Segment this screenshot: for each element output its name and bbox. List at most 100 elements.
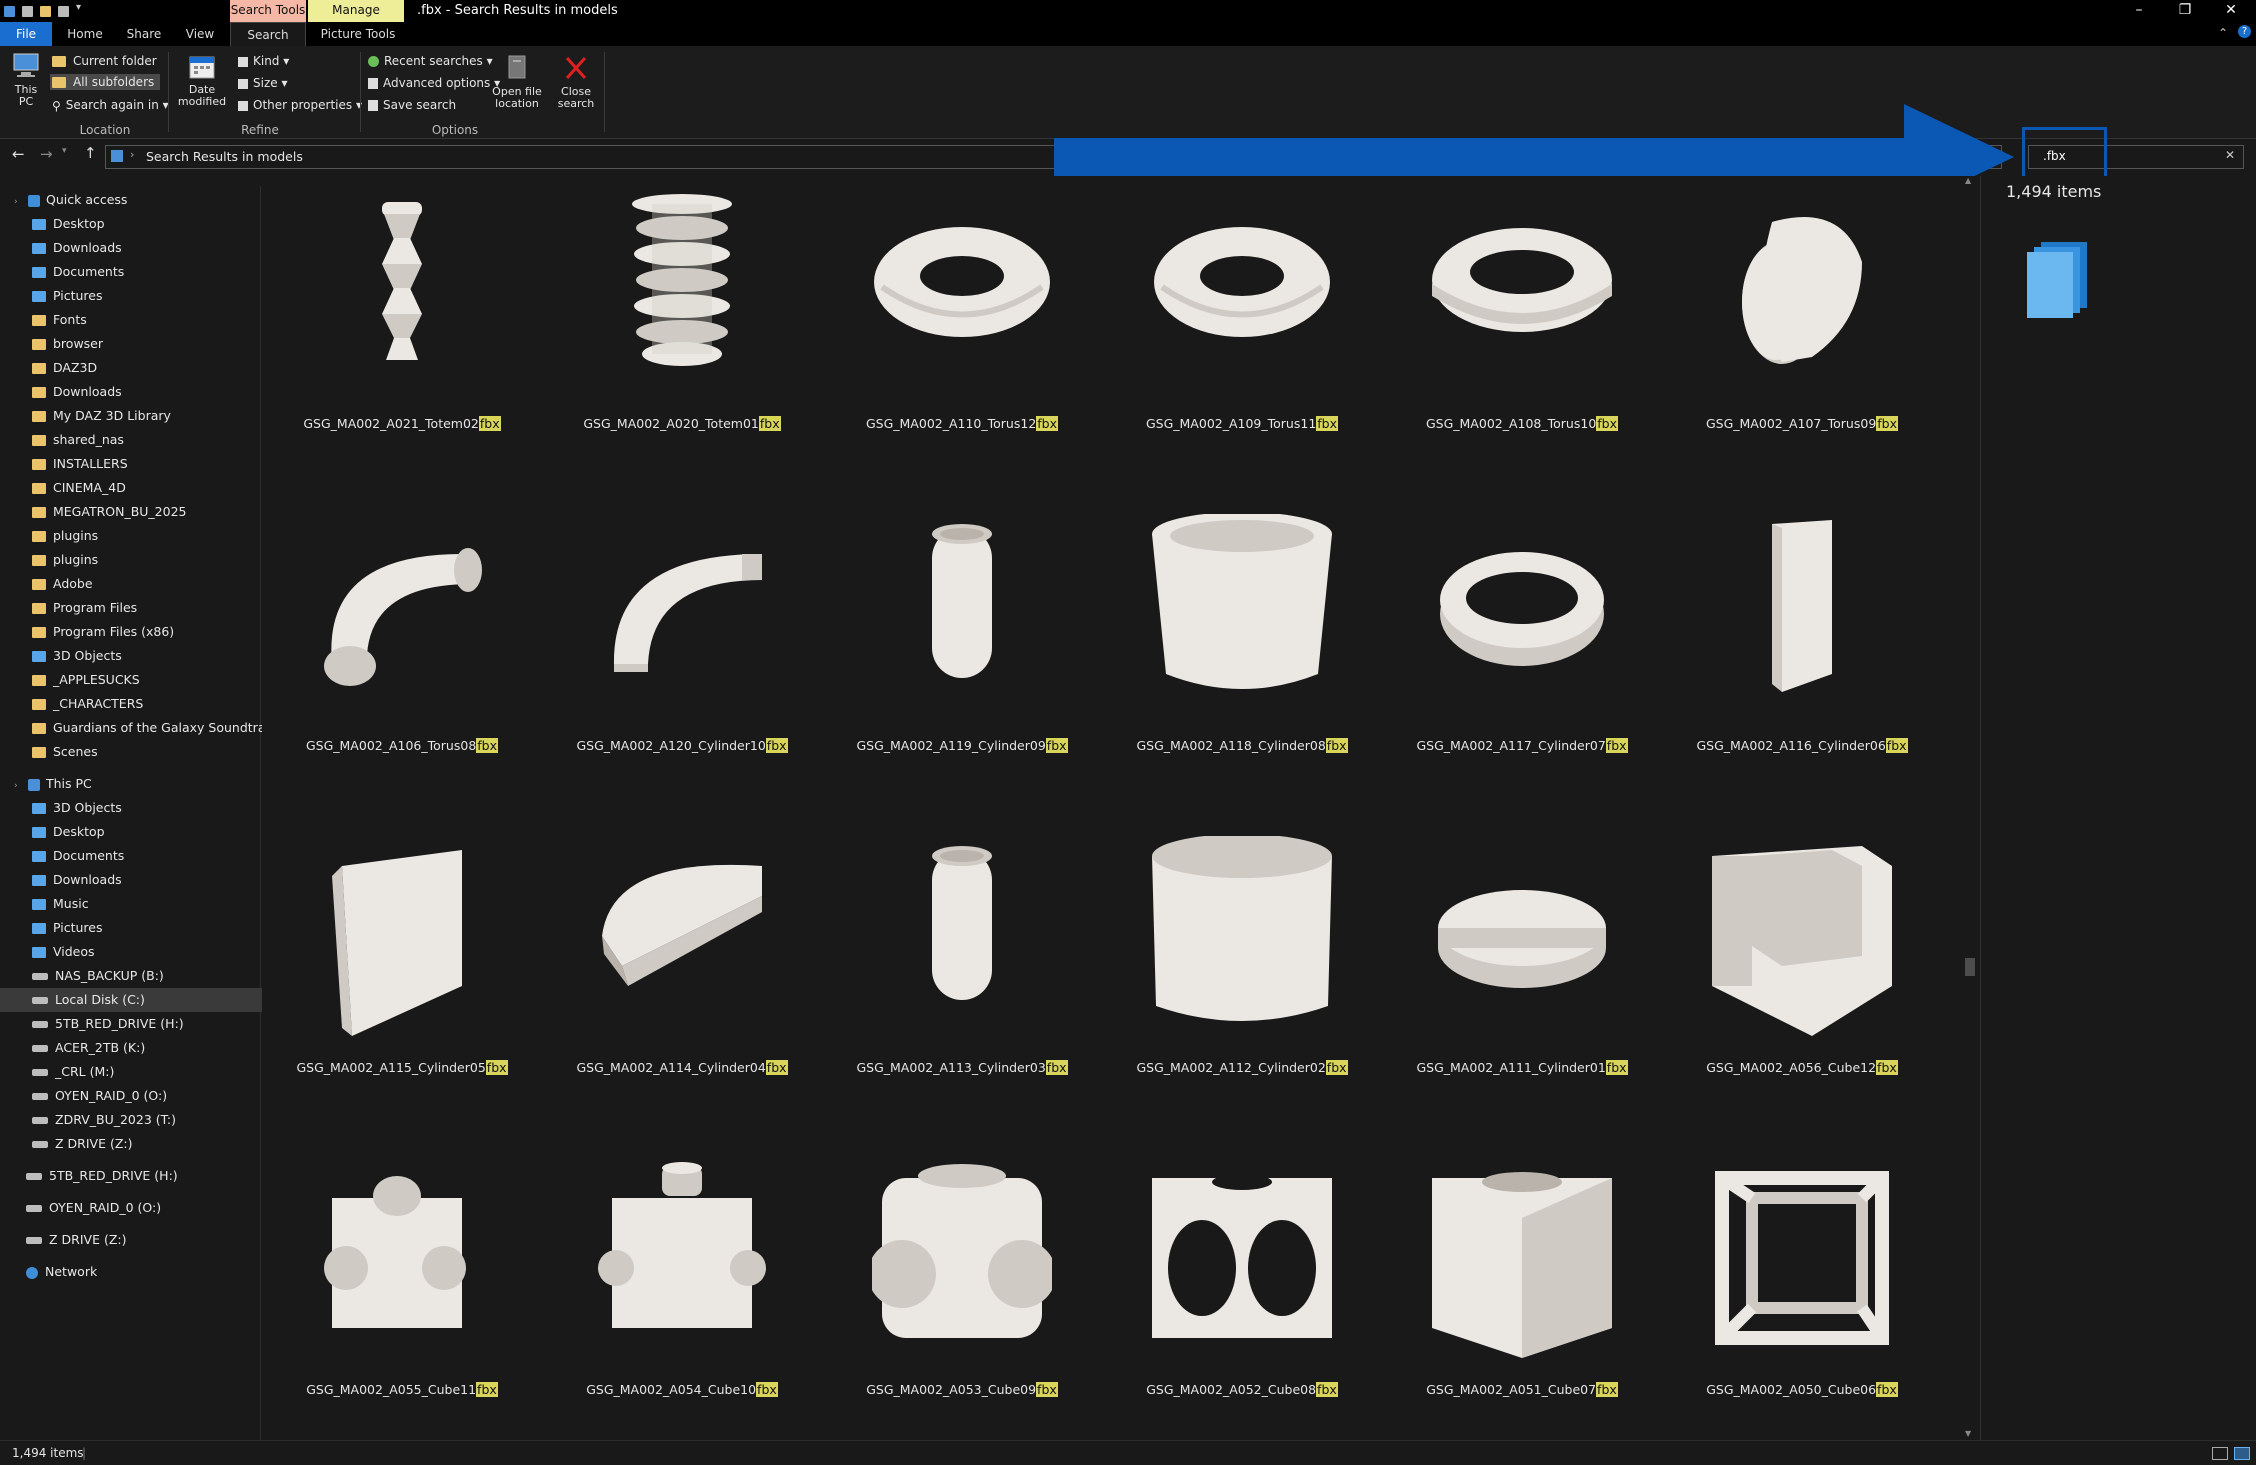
sidebar-item-quick-access[interactable]: › Quick access [0,188,274,212]
sidebar-item[interactable]: _CRL (M:) [0,1060,292,1084]
file-tile[interactable]: GSG_MA002_A053_Cube09fbx [822,1152,1102,1452]
sidebar-item[interactable]: Desktop [0,820,292,844]
advanced-options-button[interactable]: Advanced options ▾ [368,76,500,90]
scrollbar[interactable]: ▲ ▼ [1962,176,1978,1440]
sidebar-item[interactable]: Adobe📌 [0,572,292,596]
sidebar-item[interactable]: Music [0,892,292,916]
kind-button[interactable]: Kind ▾ [238,54,289,68]
sidebar-item[interactable]: plugins📌 [0,548,292,572]
collapse-ribbon-icon[interactable]: ⌃ [2218,26,2228,40]
sidebar-item[interactable]: plugins📌 [0,524,292,548]
help-icon[interactable]: ? [2238,25,2251,38]
current-folder-button[interactable]: Current folder [52,54,157,68]
sidebar-item[interactable]: Scenes [0,740,292,764]
close-search-button[interactable]: Close search [552,54,600,110]
tab-view[interactable]: View [178,22,222,46]
file-tile[interactable]: GSG_MA002_A118_Cylinder08fbx [1102,508,1382,808]
sidebar-item[interactable]: Local Disk (C:) [0,988,292,1012]
tab-home[interactable]: Home [60,22,110,46]
file-tile[interactable]: GSG_MA002_A106_Torus08fbx [262,508,542,808]
all-subfolders-button[interactable]: All subfolders [50,74,161,90]
file-tile[interactable]: GSG_MA002_A115_Cylinder05fbx [262,830,542,1130]
sidebar-item[interactable]: 5TB_RED_DRIVE (H:) [0,1012,292,1036]
file-tile[interactable]: GSG_MA002_A051_Cube07fbx [1382,1152,1662,1452]
file-tile[interactable]: GSG_MA002_A107_Torus09fbx [1662,186,1942,486]
sidebar-item[interactable]: Fonts📌 [0,308,292,332]
sidebar-item[interactable]: DAZ3D📌 [0,356,292,380]
file-tile[interactable]: GSG_MA002_A050_Cube06fbx [1662,1152,1942,1452]
sidebar-item[interactable]: INSTALLERS📌 [0,452,292,476]
sidebar-item[interactable]: browser📌 [0,332,292,356]
sidebar-item[interactable]: Program Files📌 [0,596,292,620]
sidebar-item-this-pc[interactable]: › This PC [0,772,274,796]
file-tile[interactable]: GSG_MA002_A056_Cube12fbx [1662,830,1942,1130]
file-tile[interactable]: GSG_MA002_A116_Cylinder06fbx [1662,508,1942,808]
file-tile[interactable]: GSG_MA002_A112_Cylinder02fbx [1102,830,1382,1130]
this-pc-button[interactable]: This PC [8,52,44,108]
sidebar-item[interactable]: Guardians of the Galaxy Soundtrack - A [0,716,292,740]
sidebar-item[interactable]: ZDRV_BU_2023 (T:) [0,1108,292,1132]
sidebar-item[interactable]: My DAZ 3D Library📌 [0,404,292,428]
sidebar-item[interactable]: 5TB_RED_DRIVE (H:) [0,1164,286,1188]
breadcrumb-path[interactable]: Search Results in models [146,149,303,164]
sidebar-item[interactable]: Documents [0,844,292,868]
pin-icon[interactable] [58,6,69,17]
scroll-down-icon[interactable]: ▼ [1965,1429,1971,1438]
file-tile[interactable]: GSG_MA002_A110_Torus12fbx [822,186,1102,486]
file-tile[interactable]: GSG_MA002_A120_Cylinder10fbx [542,508,822,808]
tab-file[interactable]: File [0,22,52,46]
save-search-button[interactable]: Save search [368,98,456,112]
file-tile[interactable]: GSG_MA002_A021_Totem02fbx [262,186,542,486]
sidebar-item[interactable]: NAS_BACKUP (B:) [0,964,292,988]
file-tile[interactable]: GSG_MA002_A119_Cylinder09fbx [822,508,1102,808]
other-properties-button[interactable]: Other properties ▾ [238,98,362,112]
sidebar-item[interactable]: Z DRIVE (Z:) [0,1132,292,1156]
clear-search-icon[interactable]: ✕ [2225,148,2235,162]
sidebar-item[interactable]: Pictures [0,916,292,940]
new-folder-icon[interactable] [40,6,51,17]
sidebar-item[interactable]: Pictures📌 [0,284,292,308]
scroll-thumb[interactable] [1965,958,1975,976]
sidebar-item[interactable]: Documents📌 [0,260,292,284]
context-tab-manage[interactable]: Manage [308,0,404,22]
size-button[interactable]: Size ▾ [238,76,287,90]
expand-chevron-icon[interactable]: › [14,774,24,796]
sidebar-item[interactable]: Network [0,1260,286,1284]
file-tile[interactable]: GSG_MA002_A108_Torus10fbx [1382,186,1662,486]
context-tab-search-tools[interactable]: Search Tools [230,0,306,22]
recent-locations-icon[interactable]: ▾ [62,146,67,156]
recent-searches-button[interactable]: Recent searches ▾ [368,54,493,68]
scroll-up-icon[interactable]: ▲ [1965,176,1971,185]
tab-share[interactable]: Share [118,22,170,46]
file-tile[interactable]: GSG_MA002_A109_Torus11fbx [1102,186,1382,486]
up-arrow-icon[interactable]: ↑ [84,144,97,162]
file-tile[interactable]: GSG_MA002_A111_Cylinder01fbx [1382,830,1662,1130]
restore-button[interactable]: ❐ [2162,0,2208,22]
back-arrow-icon[interactable]: ← [12,145,25,163]
file-tile[interactable]: GSG_MA002_A020_Totem01fbx [542,186,822,486]
customize-qat-icon[interactable]: ▾ [76,2,81,13]
forward-arrow-icon[interactable]: → [40,145,53,163]
sidebar-item[interactable]: Desktop📌 [0,212,292,236]
sidebar-item[interactable]: Downloads📌 [0,236,292,260]
search-again-in-button[interactable]: ⚲ Search again in ▾ [52,98,169,113]
sidebar-item[interactable]: shared_nas📌 [0,428,292,452]
tab-picture-tools[interactable]: Picture Tools [312,22,404,46]
close-button[interactable]: ✕ [2208,0,2254,22]
file-tile[interactable]: GSG_MA002_A114_Cylinder04fbx [542,830,822,1130]
sidebar-item[interactable]: _CHARACTERS [0,692,292,716]
sidebar-item[interactable]: OYEN_RAID_0 (O:) [0,1084,292,1108]
file-tile[interactable]: GSG_MA002_A054_Cube10fbx [542,1152,822,1452]
sidebar-item[interactable]: _APPLESUCKS [0,668,292,692]
sidebar-item[interactable]: Z DRIVE (Z:) [0,1228,286,1252]
minimize-button[interactable]: – [2116,0,2162,22]
open-file-location-button[interactable]: Open file location [490,54,544,110]
tab-search[interactable]: Search [230,22,306,47]
file-tile[interactable]: GSG_MA002_A055_Cube11fbx [262,1152,542,1452]
sidebar-item[interactable]: MEGATRON_BU_2025📌 [0,500,292,524]
sidebar-item[interactable]: Downloads [0,868,292,892]
sidebar-item[interactable]: Program Files (x86)📌 [0,620,292,644]
properties-icon[interactable] [22,6,33,17]
file-tile[interactable]: GSG_MA002_A052_Cube08fbx [1102,1152,1382,1452]
file-tile[interactable]: GSG_MA002_A117_Cylinder07fbx [1382,508,1662,808]
